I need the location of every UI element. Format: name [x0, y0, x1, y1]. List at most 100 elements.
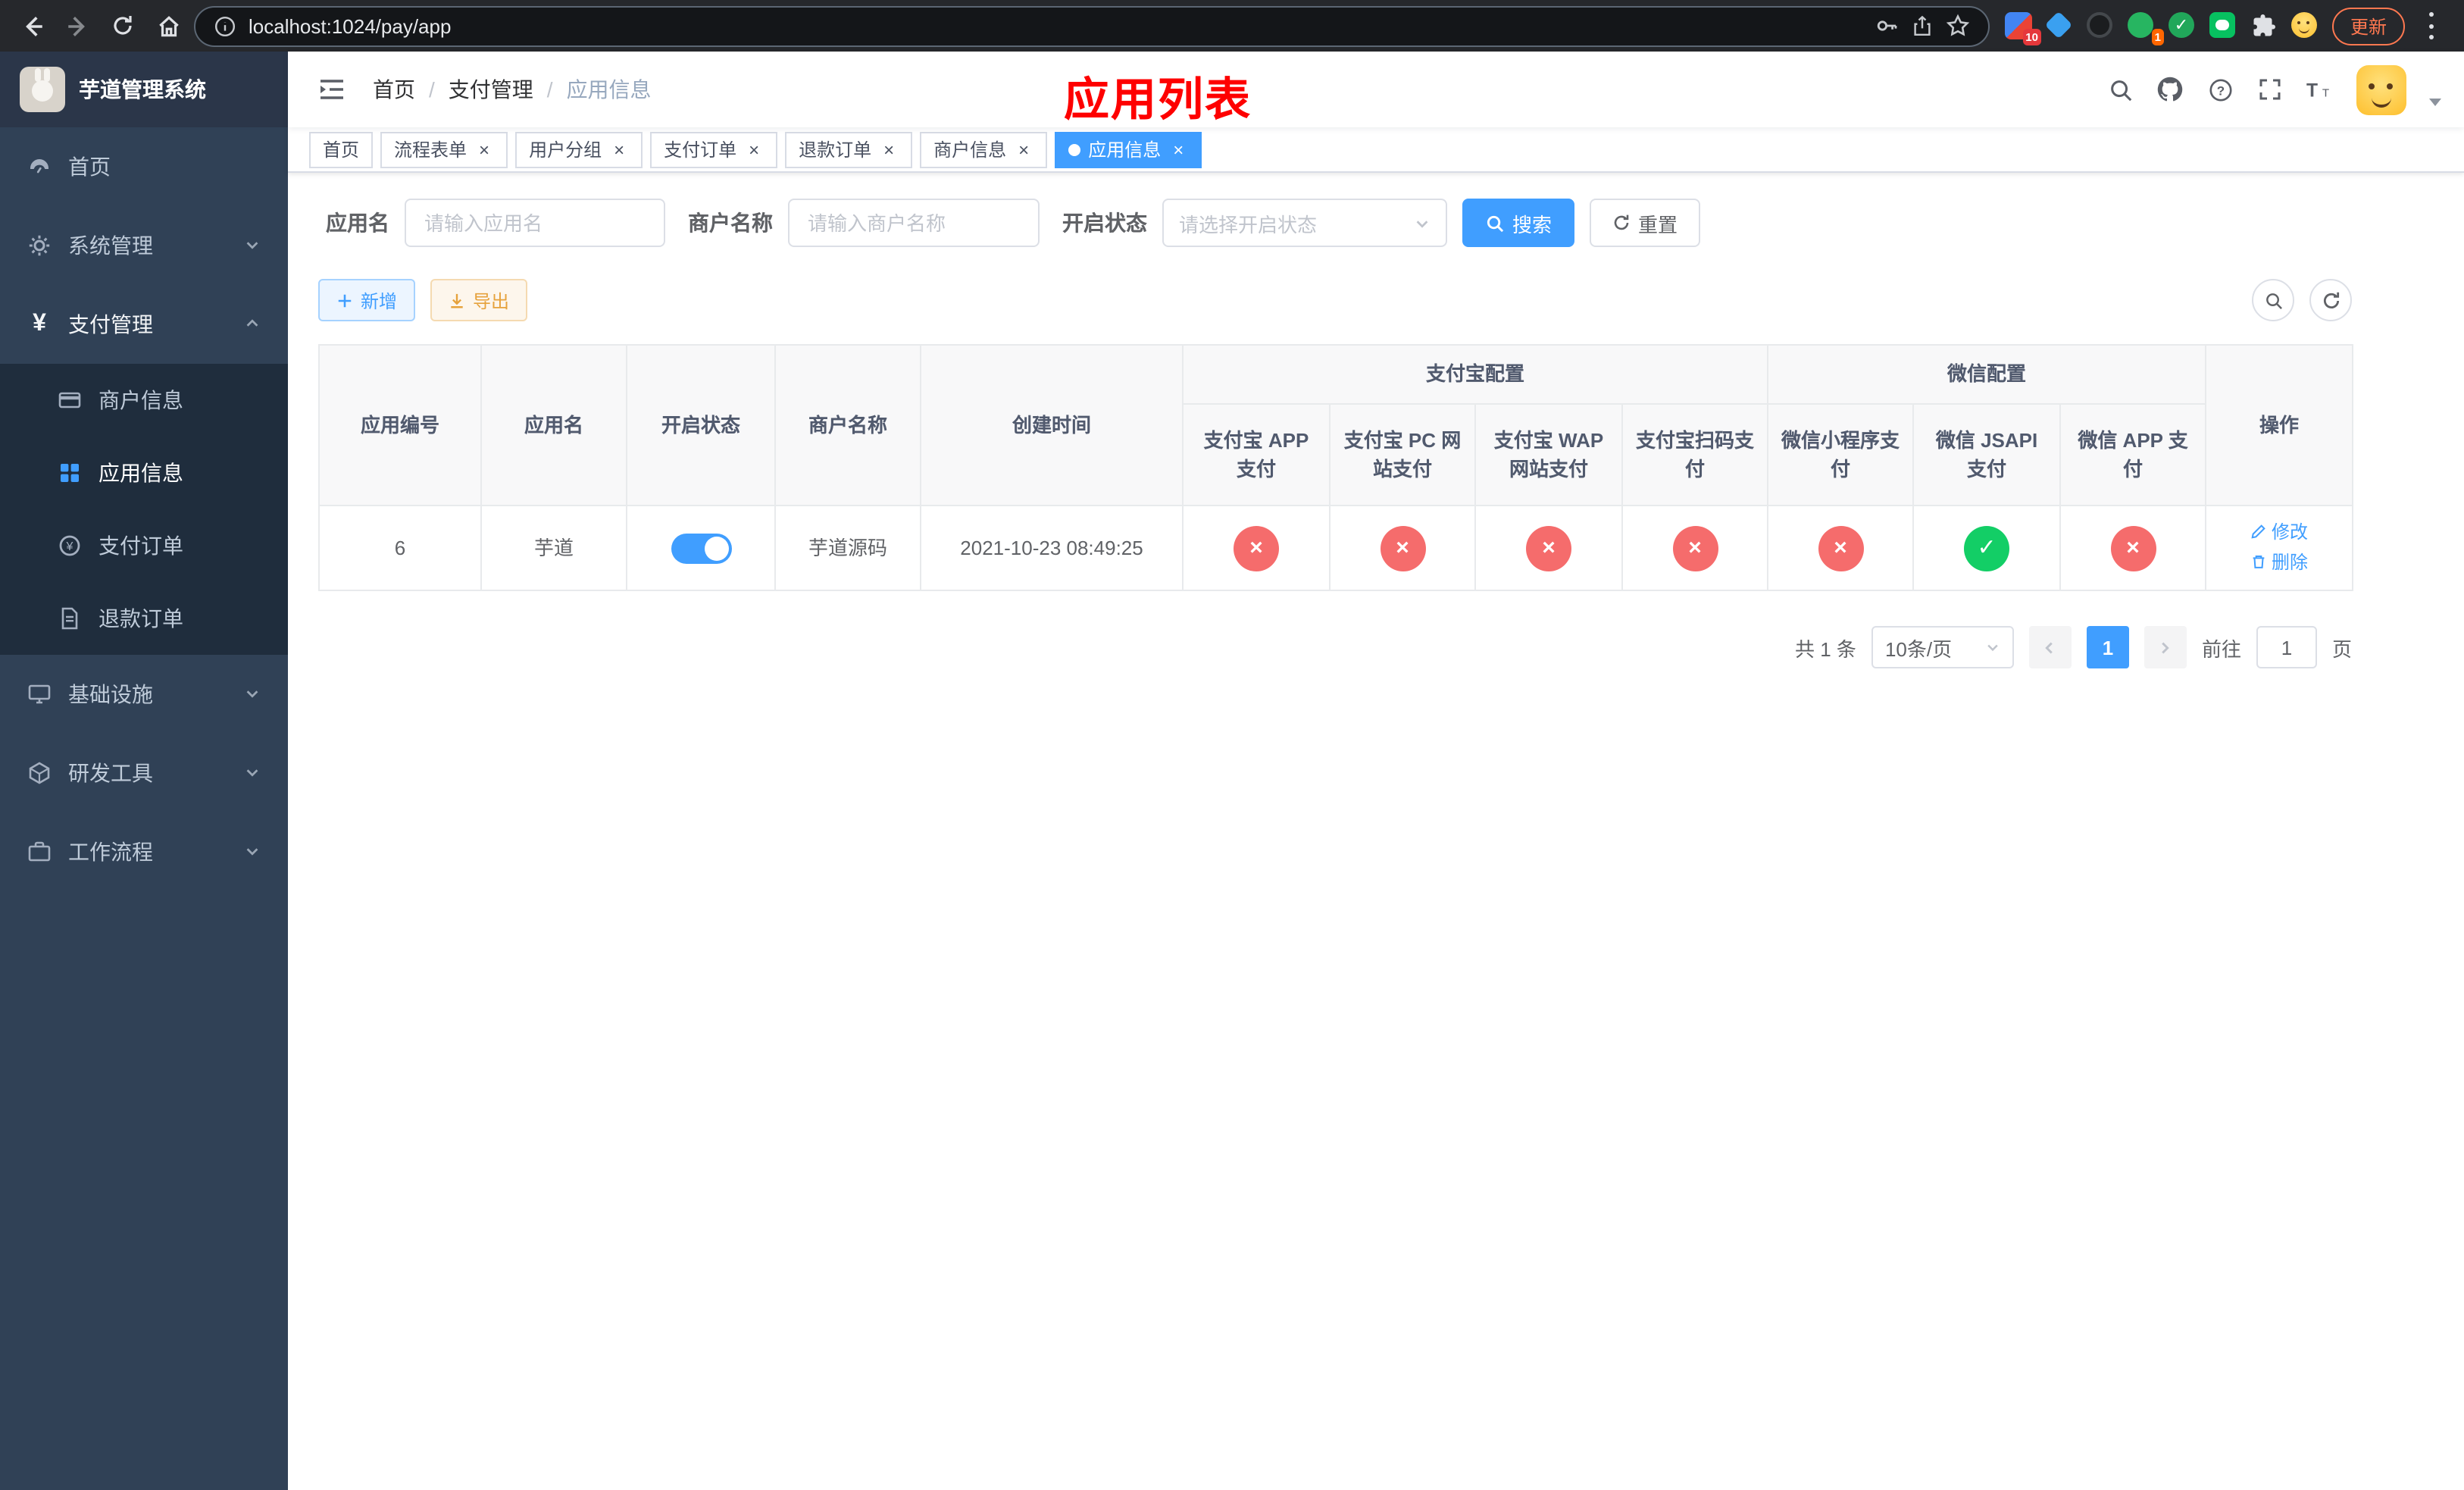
add-button[interactable]: 新增: [318, 279, 416, 321]
col-create-time: 创建时间: [920, 344, 1184, 506]
url-bar[interactable]: localhost:1024/pay/app: [194, 5, 1990, 46]
page-content: 应用名 商户名称 开启状态 请选择开启状态 搜索: [288, 173, 2464, 1490]
page-number-current[interactable]: 1: [2086, 626, 2129, 668]
font-size-icon[interactable]: TT: [2306, 76, 2334, 103]
tab-user-group[interactable]: 用户分组: [515, 131, 643, 167]
sidebar-item-infra[interactable]: 基础设施: [0, 655, 288, 734]
browser-menu-icon[interactable]: [2428, 12, 2434, 39]
sidebar-item-home[interactable]: 首页: [0, 127, 288, 206]
avatar-caret-icon[interactable]: [2429, 98, 2441, 105]
extensions-puzzle-icon[interactable]: [2250, 12, 2278, 39]
status-select[interactable]: 请选择开启状态: [1162, 199, 1447, 247]
tab-close-icon[interactable]: [1014, 139, 1033, 159]
sidebar-item-refund-order[interactable]: 退款订单: [0, 582, 288, 655]
wechat-mini-status-icon: ×: [1818, 525, 1864, 571]
svg-text:?: ?: [2216, 83, 2224, 98]
help-icon[interactable]: ?: [2206, 76, 2234, 103]
hamburger-icon[interactable]: [317, 74, 347, 105]
next-page-button[interactable]: [2143, 626, 2187, 668]
delete-button[interactable]: 删除: [2250, 548, 2308, 575]
sidebar-item-payment[interactable]: ¥ 支付管理: [0, 285, 288, 364]
merchant-name-input[interactable]: [788, 199, 1040, 247]
sidebar-item-app-info[interactable]: 应用信息: [0, 437, 288, 509]
reload-icon[interactable]: [103, 6, 142, 45]
extension-check-icon[interactable]: ✓: [2168, 12, 2196, 39]
extension-gem-icon[interactable]: [2044, 11, 2073, 39]
breadcrumb-payment[interactable]: 支付管理: [449, 74, 533, 105]
tab-process-form[interactable]: 流程表单: [380, 131, 508, 167]
sidebar-item-system[interactable]: 系统管理: [0, 206, 288, 285]
share-icon[interactable]: [1911, 14, 1934, 38]
refresh-table-button[interactable]: [2309, 279, 2352, 321]
tab-close-icon[interactable]: [474, 139, 494, 159]
extension-profile-icon[interactable]: 1: [2127, 12, 2164, 45]
profile-badge: 1: [2151, 29, 2164, 45]
extension-dark-circle-icon[interactable]: [2086, 12, 2114, 39]
col-actions: 操作: [2205, 344, 2354, 506]
user-avatar[interactable]: [2356, 64, 2406, 114]
app-title: 芋道管理系统: [79, 77, 206, 102]
extension-wechat-icon[interactable]: [2209, 12, 2237, 39]
reset-button[interactable]: 重置: [1590, 199, 1701, 247]
sidebar-item-label: 研发工具: [68, 761, 153, 785]
tab-merchant-info[interactable]: 商户信息: [920, 131, 1048, 167]
fullscreen-icon[interactable]: [2256, 76, 2284, 103]
table-row: 6 芋道 芋道源码 2021-10-23 08:49:25 × × × × ×: [318, 505, 2354, 591]
sidebar-item-merchant-info[interactable]: 商户信息: [0, 364, 288, 437]
sidebar-item-label: 商户信息: [98, 388, 183, 412]
col-alipay-pc: 支付宝 PC 网站支付: [1329, 403, 1476, 506]
tab-close-icon[interactable]: [1168, 139, 1188, 159]
home-icon[interactable]: [149, 6, 188, 45]
goto-page-input[interactable]: [2256, 626, 2317, 668]
github-icon[interactable]: [2156, 76, 2184, 103]
tab-pay-order[interactable]: 支付订单: [650, 131, 778, 167]
pay-order-icon: ¥: [58, 534, 82, 558]
navbar: 首页 / 支付管理 / 应用信息 应用列表 ? T T: [288, 52, 2464, 127]
col-group-alipay: 支付宝配置: [1181, 344, 1769, 405]
back-arrow-icon: [25, 16, 42, 36]
browser-avatar-icon[interactable]: [2290, 12, 2319, 39]
forward-icon[interactable]: [58, 6, 97, 45]
page-size-select[interactable]: 10条/页: [1871, 626, 2014, 668]
sidebar-logo[interactable]: 芋道管理系统: [0, 52, 288, 127]
edit-button[interactable]: 修改: [2250, 518, 2308, 545]
page-unit-label: 页: [2331, 637, 2352, 660]
sidebar-item-pay-order[interactable]: ¥ 支付订单: [0, 509, 288, 582]
tab-close-icon[interactable]: [744, 139, 764, 159]
bookmark-star-icon[interactable]: [1946, 14, 1970, 38]
col-status: 开启状态: [626, 344, 776, 506]
chevron-right-icon: [2162, 641, 2170, 653]
search-button[interactable]: 搜索: [1462, 199, 1575, 247]
site-info-icon[interactable]: [214, 14, 236, 37]
sidebar-item-label: 退款订单: [98, 606, 183, 631]
breadcrumb-home[interactable]: 首页: [373, 74, 415, 105]
tab-close-icon[interactable]: [609, 139, 629, 159]
col-alipay-qr: 支付宝扫码支付: [1621, 403, 1769, 506]
tab-app-info[interactable]: 应用信息: [1055, 131, 1202, 167]
chevron-down-icon: [244, 761, 261, 785]
sidebar-item-label: 应用信息: [98, 461, 183, 485]
sidebar-item-label: 支付管理: [68, 312, 153, 337]
toggle-search-button[interactable]: [2252, 279, 2294, 321]
sidebar-item-workflow[interactable]: 工作流程: [0, 812, 288, 891]
sidebar-item-label: 首页: [68, 155, 111, 179]
sidebar-item-devtools[interactable]: 研发工具: [0, 734, 288, 812]
prev-page-button[interactable]: [2028, 626, 2072, 668]
app-table: 应用编号 应用名 开启状态 商户名称 创建时间 支付宝配置 微信配置 操作 支付…: [318, 344, 2354, 591]
tab-close-icon[interactable]: [879, 139, 899, 159]
export-button[interactable]: 导出: [430, 279, 528, 321]
back-icon[interactable]: [12, 6, 52, 45]
search-glyph-icon: [1487, 214, 1504, 232]
extension-tampermonkey-icon[interactable]: 10: [2004, 12, 2041, 45]
cell-app-id: 6: [318, 505, 482, 591]
tab-home[interactable]: 首页: [309, 131, 374, 167]
search-icon[interactable]: [2106, 76, 2134, 103]
monitor-icon: [27, 682, 52, 706]
cube-icon: [27, 761, 52, 785]
tab-refund-order[interactable]: 退款订单: [785, 131, 913, 167]
update-chip[interactable]: 更新: [2331, 7, 2405, 45]
password-key-icon[interactable]: [1875, 14, 1899, 38]
status-switch[interactable]: [671, 533, 731, 564]
dashboard-icon: [27, 155, 52, 179]
app-name-input[interactable]: [405, 199, 665, 247]
